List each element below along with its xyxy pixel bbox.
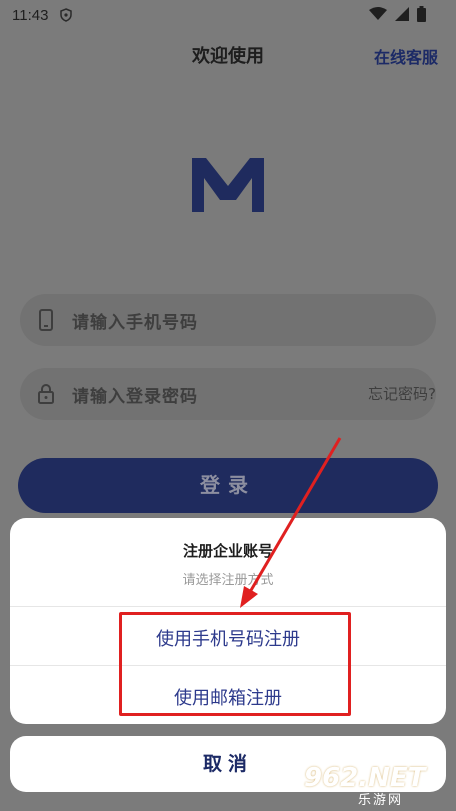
annotation-highlight-box <box>119 612 351 716</box>
wifi-icon <box>369 7 387 20</box>
phone-placeholder: 请输入手机号码 <box>72 313 198 333</box>
shield-icon <box>60 8 72 22</box>
phone-input[interactable]: 请输入手机号码 <box>20 294 436 346</box>
online-service-link[interactable]: 在线客服 <box>374 44 438 68</box>
sheet-title: 注册企业账号 <box>182 542 273 560</box>
login-button[interactable]: 登录 <box>18 458 438 513</box>
password-input[interactable]: 请输入登录密码 忘记密码? <box>20 368 436 420</box>
signal-icon <box>395 7 409 21</box>
watermark-logo: 962.NET 乐游网 <box>300 763 450 808</box>
forgot-password-link[interactable]: 忘记密码? <box>368 383 436 404</box>
phone-icon <box>39 309 53 331</box>
status-time: 11:43 <box>12 7 49 24</box>
status-bar: 11:43 <box>0 0 456 30</box>
watermark-sub: 乐游网 <box>358 793 404 808</box>
divider <box>10 606 446 607</box>
battery-icon <box>417 6 426 22</box>
password-placeholder: 请输入登录密码 <box>72 387 198 407</box>
sheet-subtitle: 请选择注册方式 <box>182 573 274 588</box>
app-logo <box>192 158 264 212</box>
lock-icon <box>38 384 54 404</box>
